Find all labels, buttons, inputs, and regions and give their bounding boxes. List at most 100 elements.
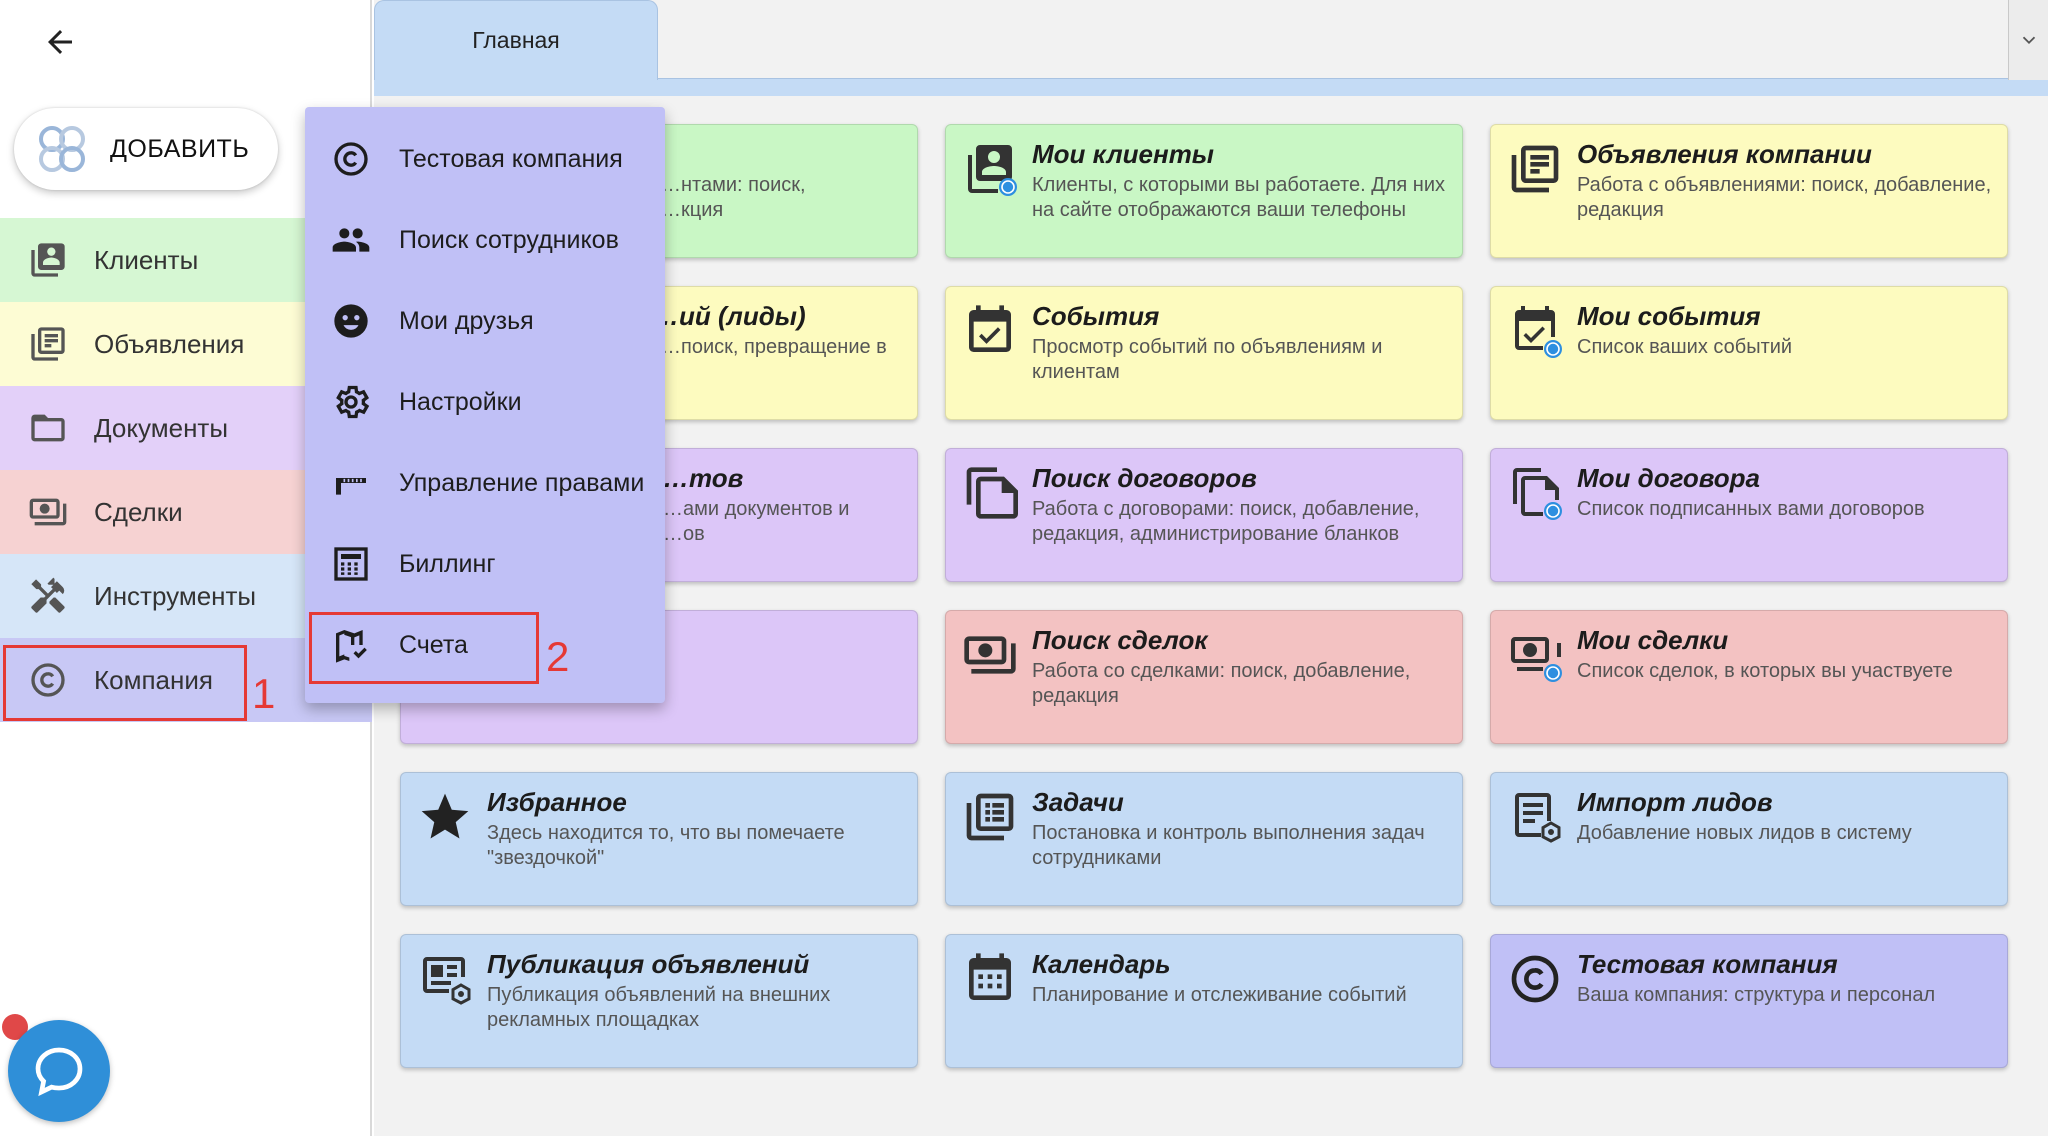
chevron-down-icon	[2022, 36, 2035, 45]
card-desc: …нтами: поиск, …кция	[661, 174, 806, 221]
card-desc: Ваша компания: структура и персонал	[1577, 984, 1936, 1006]
my-clients-icon	[962, 141, 1018, 197]
gate-icon	[331, 463, 371, 503]
chat-bubble-icon	[35, 1047, 83, 1097]
card-title: Избранное	[487, 787, 627, 817]
card-desc: Добавление новых лидов в систему	[1577, 822, 1912, 844]
add-button-label: ДОБАВИТЬ	[110, 134, 250, 163]
card-deals-search[interactable]: Поиск сделок Работа со сделками: поиск, …	[945, 610, 1463, 744]
card-desc: Планирование и отслеживание событий	[1032, 984, 1407, 1006]
tasks-icon	[962, 789, 1018, 845]
company-menu: Тестовая компания Поиск сотрудников Мои …	[305, 107, 665, 703]
calculator-icon	[331, 544, 371, 584]
import-leads-icon	[1507, 789, 1563, 845]
menu-item-invoices[interactable]: Счета	[305, 610, 665, 680]
menu-item-my-friends[interactable]: Мои друзья	[305, 286, 665, 356]
card-desc: Клиенты, с которыми вы работаете. Для ни…	[1032, 174, 1446, 221]
tab-bar: Главная	[374, 0, 2048, 96]
menu-item-test-company[interactable]: Тестовая компания	[305, 124, 665, 194]
card-company-ads[interactable]: Объявления компании Работа с объявлениям…	[1490, 124, 2008, 258]
deals-icon	[28, 492, 68, 532]
gear-icon	[331, 382, 371, 422]
deals-icon	[962, 627, 1018, 683]
smiley-icon	[331, 301, 371, 341]
sidebar-item-label: Объявления	[94, 328, 245, 359]
my-deals-icon	[1507, 627, 1563, 683]
card-title: Мои договора	[1577, 463, 1760, 493]
sidebar-item-label: Клиенты	[94, 244, 199, 275]
card-title: Публикация объявлений	[487, 949, 810, 979]
menu-item-label: Поиск сотрудников	[399, 225, 619, 254]
card-title: …ий (лиды)	[653, 301, 806, 331]
tab-strip	[374, 78, 2048, 96]
card-favorites[interactable]: Избранное Здесь находится то, что вы пом…	[400, 772, 918, 906]
documents-icon	[962, 465, 1018, 521]
chat-button[interactable]	[8, 1020, 110, 1122]
card-my-clients[interactable]: Мои клиенты Клиенты, с которыми вы работ…	[945, 124, 1463, 258]
menu-item-employee-search[interactable]: Поиск сотрудников	[305, 205, 665, 275]
card-desc: Работа с договорами: поиск, добавление, …	[1032, 498, 1420, 545]
card-title: Объявления компании	[1577, 139, 1872, 169]
sidebar-item-label: Компания	[94, 664, 213, 695]
card-publish-ads[interactable]: Публикация объявлений Публикация объявле…	[400, 934, 918, 1068]
my-events-icon	[1507, 303, 1563, 359]
card-contracts-search[interactable]: Поиск договоров Работа с договорами: пои…	[945, 448, 1463, 582]
menu-item-settings[interactable]: Настройки	[305, 367, 665, 437]
card-title: …тов	[663, 463, 744, 493]
card-test-company[interactable]: Тестовая компания Ваша компания: структу…	[1490, 934, 2008, 1068]
card-my-events[interactable]: Мои события Список ваших событий	[1490, 286, 2008, 420]
star-icon	[417, 789, 473, 845]
tab-home[interactable]: Главная	[374, 0, 658, 80]
back-button[interactable]	[36, 18, 84, 66]
card-calendar[interactable]: Календарь Планирование и отслеживание со…	[945, 934, 1463, 1068]
menu-item-label: Мои друзья	[399, 306, 534, 335]
calendar-check-icon	[962, 303, 1018, 359]
step-number-2: 2	[546, 633, 570, 680]
copyright-icon	[331, 139, 371, 179]
menu-item-label: Управление правами	[399, 468, 645, 497]
card-desc: Здесь находится то, что вы помечаете "зв…	[487, 822, 845, 869]
card-title: Импорт лидов	[1577, 787, 1773, 817]
menu-item-label: Счета	[399, 630, 468, 659]
card-import-leads[interactable]: Импорт лидов Добавление новых лидов в си…	[1490, 772, 2008, 906]
card-title: Поиск договоров	[1032, 463, 1257, 493]
menu-item-permissions[interactable]: Управление правами	[305, 448, 665, 518]
card-title: События	[1032, 301, 1160, 331]
card-title: Тестовая компания	[1577, 949, 1838, 979]
ads-icon	[1507, 141, 1563, 197]
clients-icon	[28, 240, 68, 280]
tabs-dropdown-button[interactable]	[2008, 0, 2048, 80]
card-title: Мои сделки	[1577, 625, 1729, 655]
add-flower-icon	[39, 126, 85, 172]
card-title: Календарь	[1032, 949, 1171, 979]
add-button[interactable]: ДОБАВИТЬ	[14, 108, 278, 190]
card-title: Мои события	[1577, 301, 1761, 331]
sidebar-item-label: Инструменты	[94, 580, 257, 611]
arrow-left-icon	[48, 30, 72, 54]
sidebar-item-label: Сделки	[94, 496, 183, 527]
card-events[interactable]: События Просмотр событий по объявлениям …	[945, 286, 1463, 420]
my-contracts-icon	[1507, 465, 1563, 521]
card-my-contracts[interactable]: Мои договора Список подписанных вами дог…	[1490, 448, 2008, 582]
people-icon	[331, 220, 371, 260]
card-title: Мои клиенты	[1032, 139, 1215, 169]
card-desc: …поиск, превращение в	[661, 336, 887, 358]
card-desc: Работа со сделками: поиск, добавление, р…	[1032, 660, 1411, 707]
menu-item-label: Настройки	[399, 387, 522, 416]
menu-item-label: Биллинг	[399, 549, 496, 578]
copyright-icon	[1507, 951, 1563, 1007]
calendar-icon	[962, 951, 1018, 1007]
folder-icon	[28, 408, 68, 448]
tools-icon	[28, 576, 68, 616]
card-desc: …ами документов и …ов	[663, 498, 850, 545]
card-tasks[interactable]: Задачи Постановка и контроль выполнения …	[945, 772, 1463, 906]
card-desc: Работа с объявлениями: поиск, добавление…	[1577, 174, 1992, 221]
sidebar-item-label: Документы	[94, 412, 229, 443]
copyright-icon	[28, 660, 68, 700]
publish-ads-icon	[417, 951, 473, 1007]
menu-item-billing[interactable]: Биллинг	[305, 529, 665, 599]
card-desc: Постановка и контроль выполнения задач с…	[1032, 822, 1425, 869]
card-desc: Список ваших событий	[1577, 336, 1793, 358]
card-my-deals[interactable]: Мои сделки Список сделок, в которых вы у…	[1490, 610, 2008, 744]
menu-item-label: Тестовая компания	[399, 144, 623, 173]
